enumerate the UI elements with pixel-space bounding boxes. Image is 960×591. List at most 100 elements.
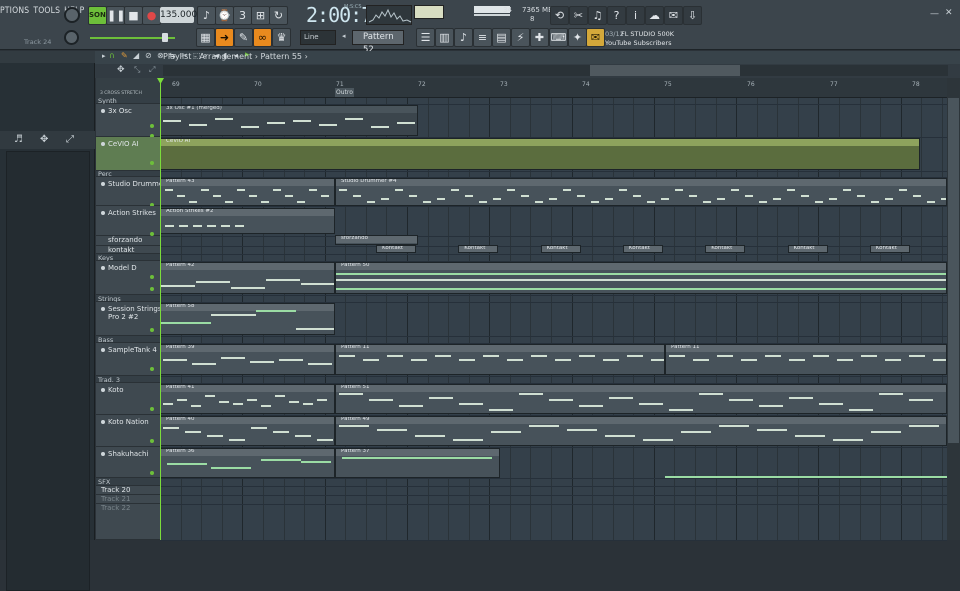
clip-header[interactable]: Pattern 36	[161, 449, 334, 456]
track-header[interactable]: Shakuhachi	[96, 447, 160, 478]
track-name[interactable]: Koto Nation	[108, 418, 149, 426]
clip-header[interactable]: Pattern 41	[161, 385, 334, 392]
track-dot-icon[interactable]	[101, 142, 105, 146]
clip-header[interactable]: Pattern 11	[336, 345, 664, 352]
loop-record-button[interactable]: ↻	[269, 6, 288, 25]
track-header[interactable]: Studio Drummer	[96, 177, 166, 207]
master-pitch-knob[interactable]	[64, 30, 79, 45]
wait-input-button[interactable]: ⌚	[215, 6, 234, 25]
info-button[interactable]: i	[626, 6, 645, 25]
clip-header[interactable]: sforzando	[336, 236, 417, 243]
track-name[interactable]: Track 20	[101, 486, 130, 494]
clip-header[interactable]: Pattern 37	[336, 449, 499, 456]
track-name[interactable]: Pro 2 #2	[108, 313, 138, 321]
clip-header[interactable]: Kontakt	[788, 246, 827, 252]
clip-header[interactable]: Kontakt	[623, 246, 662, 252]
track-header[interactable]: 3x Osc	[96, 104, 160, 138]
move-icon[interactable]: ✥	[117, 65, 125, 75]
pattern-clip[interactable]: Kontakt	[787, 245, 828, 253]
snap-tool-icon[interactable]: ✥	[40, 134, 48, 145]
help-button[interactable]: ?	[607, 6, 626, 25]
channel-rack-button[interactable]: ▥	[435, 28, 454, 47]
pattern-clip[interactable]: Kontakt	[705, 245, 746, 253]
header-options[interactable]: 3 CROSS STRETCH	[100, 91, 142, 96]
cut-button[interactable]: ✂	[569, 6, 588, 25]
clip-header[interactable]: Kontakt	[541, 246, 580, 252]
touch-keyboard-button[interactable]: ⌨	[549, 28, 568, 47]
song-overview[interactable]	[163, 65, 948, 76]
clip-header[interactable]: Pattern 40	[161, 417, 334, 424]
link-button[interactable]: ∞	[253, 28, 272, 47]
pattern-clip[interactable]: Pattern 42	[160, 262, 335, 294]
pattern-clip[interactable]: Kontakt	[622, 245, 663, 253]
piano-roll-window-button[interactable]: ♪	[454, 28, 473, 47]
pattern-clip[interactable]: Pattern 36	[160, 448, 335, 478]
delete-tool-icon[interactable]: ⊘	[145, 51, 152, 60]
track-header[interactable]: CeVIO AI	[96, 137, 160, 171]
clip-header[interactable]: Kontakt	[870, 246, 909, 252]
menu-options[interactable]: PTIONS	[0, 6, 29, 16]
clip-header[interactable]: Pattern 58	[161, 304, 334, 311]
clip-header[interactable]: Pattern 42	[161, 263, 334, 270]
pattern-clip[interactable]: Pattern 11	[335, 344, 665, 375]
track-header[interactable]: Model D	[96, 261, 160, 295]
track-header[interactable]: Track 20	[96, 486, 160, 495]
playlist-window-button[interactable]: ☰	[416, 28, 435, 47]
overview-selection[interactable]	[590, 65, 740, 76]
draw-tool-button[interactable]: ➜	[215, 28, 234, 47]
magnet-icon[interactable]: ∩	[109, 51, 115, 60]
minimize-icon[interactable]: —	[930, 9, 939, 19]
stamp-button[interactable]: ♛	[272, 28, 291, 47]
stop-button[interactable]: ■	[124, 6, 143, 25]
download-button[interactable]: ⇩	[683, 6, 702, 25]
brush-tool-icon[interactable]: ◢	[133, 51, 139, 60]
track-led[interactable]	[150, 161, 154, 165]
track-header[interactable]: SampleTank 4	[96, 343, 160, 376]
clip-header[interactable]: CeVIO AI	[161, 139, 919, 146]
play-button[interactable]: ❚❚	[106, 6, 125, 25]
zoom-tool-icon[interactable]: ⤢	[66, 134, 74, 145]
clip-header[interactable]: Pattern 51	[336, 385, 946, 392]
clip-header[interactable]: Pattern 49	[336, 417, 946, 424]
clip-header[interactable]: Pattern 11	[666, 345, 946, 352]
pattern-clip[interactable]: CeVIO AI	[160, 138, 920, 170]
pattern-clip[interactable]: Pattern 37	[335, 448, 500, 478]
track-led[interactable]	[150, 367, 154, 371]
playlist-pattern[interactable]: Pattern 55	[261, 52, 303, 61]
track-dot-icon[interactable]	[101, 348, 105, 352]
track-dot-icon[interactable]	[101, 266, 105, 270]
track-name[interactable]: 3x Osc	[108, 107, 132, 115]
track-name[interactable]: Session Strings	[108, 305, 161, 313]
track-name[interactable]: kontakt	[108, 246, 134, 254]
pattern-clip[interactable]: Studio Drummer #4	[335, 178, 947, 206]
record-button[interactable]: ●	[142, 6, 161, 25]
track-dot-icon[interactable]	[101, 388, 105, 392]
track-led[interactable]	[150, 407, 154, 411]
track-header[interactable]: Koto Nation	[96, 415, 160, 447]
track-header[interactable]: kontakt	[96, 246, 160, 254]
pattern-clip[interactable]: Pattern 41	[160, 384, 335, 414]
pattern-clip[interactable]: Kontakt	[376, 245, 416, 253]
oscilloscope[interactable]	[366, 5, 412, 25]
track-led[interactable]	[150, 287, 154, 291]
pattern-clip[interactable]: Pattern 40	[160, 416, 335, 446]
clip-header[interactable]: Kontakt	[459, 246, 498, 252]
mixer-button[interactable]: ≡	[473, 28, 492, 47]
pattern-clip[interactable]: Kontakt	[540, 245, 581, 253]
chat-button[interactable]: ✉	[664, 6, 683, 25]
close-icon[interactable]: ✕	[945, 8, 953, 18]
undo-button[interactable]: ⟲	[550, 6, 569, 25]
track-led[interactable]	[150, 471, 154, 475]
track-header[interactable]: Koto	[96, 383, 160, 415]
clip-header[interactable]: Action Strikes #2	[161, 209, 334, 216]
pattern-clip[interactable]: Pattern 49	[335, 416, 947, 446]
track-led[interactable]	[150, 124, 154, 128]
track-dot-icon[interactable]	[101, 452, 105, 456]
pattern-clip[interactable]: Kontakt	[869, 245, 910, 253]
track-name[interactable]: Koto	[108, 386, 124, 394]
track-header[interactable]: Session Strings Pro 2 #2	[96, 302, 161, 336]
clip-header[interactable]: Pattern 43	[161, 179, 334, 186]
track-name[interactable]: Action Strikes	[108, 209, 156, 217]
track-name[interactable]: Track 21	[101, 495, 130, 503]
tempo-display[interactable]: 135.000	[160, 7, 197, 23]
